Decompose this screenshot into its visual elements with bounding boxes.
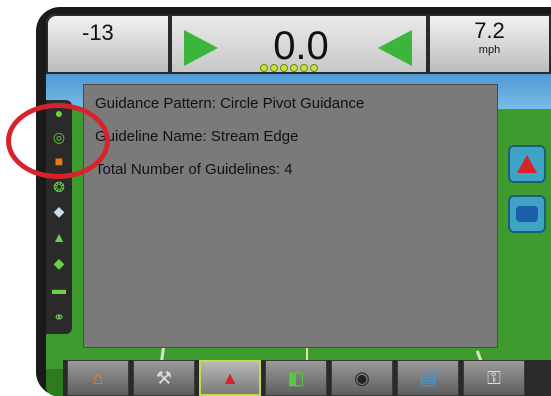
guidance-screen: -13 0.0 7.2 mph ● ◎ ■ ❂ ◆ ▲ ◆ ▬ ⚭ Guidan… bbox=[46, 14, 551, 396]
unlock-info-tab[interactable]: ⚿ bbox=[463, 360, 525, 396]
led bbox=[290, 64, 298, 72]
camera-icon: ◉ bbox=[354, 367, 370, 388]
steering-icon[interactable]: ❂ bbox=[49, 178, 69, 196]
home-icon: ⌂ bbox=[92, 367, 104, 388]
field-view-icon: ◧ bbox=[287, 367, 305, 388]
camera-tab[interactable]: ◉ bbox=[331, 360, 393, 396]
tools-tab[interactable]: ⚒ bbox=[133, 360, 195, 396]
message-icon bbox=[516, 206, 538, 222]
cross-track-value: -13 bbox=[82, 20, 114, 45]
lightbar[interactable]: 0.0 bbox=[170, 14, 428, 74]
steer-left-arrow-icon bbox=[378, 30, 412, 66]
speed-box[interactable]: 7.2 mph bbox=[428, 14, 551, 74]
cross-track-error: 0.0 bbox=[273, 24, 329, 68]
led bbox=[310, 64, 318, 72]
drop-icon[interactable]: ◆ bbox=[49, 254, 69, 272]
bottom-nav: ⌂ ⚒ ▲ ◧ ◉ ▤ ⚿ bbox=[63, 360, 551, 396]
guideline-count-text: Total Number of Guidelines: 4 bbox=[95, 161, 293, 178]
guidance-mode-icon bbox=[517, 155, 537, 173]
speed-value: 7.2 bbox=[474, 18, 505, 43]
guidance-screen-icon: ▲ bbox=[221, 367, 239, 388]
speed-unit: mph bbox=[478, 44, 501, 56]
guidance-mode-button[interactable] bbox=[508, 145, 546, 183]
unlock-info-icon: ⚿ bbox=[487, 367, 501, 388]
message-button[interactable] bbox=[508, 195, 546, 233]
vehicle-icon[interactable]: ▬ bbox=[49, 280, 69, 298]
field-view-tab[interactable]: ◧ bbox=[265, 360, 327, 396]
cross-track-box[interactable]: -13 bbox=[46, 14, 170, 74]
link-icon[interactable]: ⚭ bbox=[49, 308, 69, 326]
boom-icon[interactable]: ◆ bbox=[49, 202, 69, 220]
lightbar-leds bbox=[260, 64, 318, 72]
led bbox=[270, 64, 278, 72]
led bbox=[280, 64, 288, 72]
steer-right-arrow-icon bbox=[184, 30, 218, 66]
guideline-name-text: Guideline Name: Stream Edge bbox=[95, 128, 299, 145]
led bbox=[300, 64, 308, 72]
data-icon: ▤ bbox=[419, 367, 437, 388]
data-tab[interactable]: ▤ bbox=[397, 360, 459, 396]
guideline-info-popup[interactable]: Guidance Pattern: Circle Pivot Guidance … bbox=[83, 84, 498, 348]
highlight-ring bbox=[6, 103, 110, 179]
guidance-tab[interactable]: ▲ bbox=[199, 360, 261, 396]
guidance-pattern-text: Guidance Pattern: Circle Pivot Guidance bbox=[95, 95, 365, 112]
led bbox=[260, 64, 268, 72]
home-tab[interactable]: ⌂ bbox=[67, 360, 129, 396]
status-bar: -13 0.0 7.2 mph bbox=[46, 14, 551, 74]
tools-icon: ⚒ bbox=[155, 367, 173, 388]
marker-icon[interactable]: ▲ bbox=[49, 228, 69, 246]
